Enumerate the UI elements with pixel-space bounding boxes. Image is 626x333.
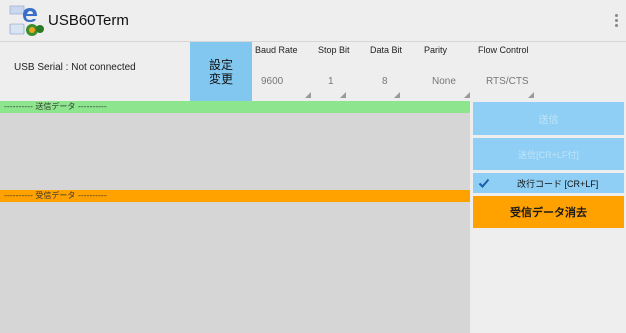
data-bit-label: Data Bit — [370, 45, 403, 55]
clear-received-data-button[interactable]: 受信データ消去 — [473, 196, 624, 228]
data-bit-selector[interactable]: Data Bit 8 — [370, 42, 416, 101]
data-bit-dropdown-icon — [394, 92, 400, 98]
baud-rate-dropdown-icon — [305, 92, 311, 98]
checkbox-checked-icon[interactable] — [478, 177, 490, 189]
change-settings-label-line1: 設定 — [208, 57, 233, 72]
flow-control-selector[interactable]: Flow Control RTS/CTS — [478, 42, 558, 101]
app-title: USB60Term — [48, 12, 129, 29]
receive-data-header: ---------- 受信データ ---------- — [0, 190, 470, 202]
change-settings-button[interactable]: 設定 変更 — [190, 42, 252, 101]
serial-settings-bar: USB Serial : Not connected 設定 変更 Baud Ra… — [0, 42, 626, 101]
newline-code-checkbox-row[interactable]: 改行コード [CR+LF] — [473, 173, 624, 193]
parity-selector[interactable]: Parity None — [424, 42, 474, 101]
stop-bit-value: 1 — [328, 76, 334, 87]
data-bit-value: 8 — [382, 76, 388, 87]
baud-rate-value: 9600 — [261, 76, 284, 87]
newline-code-label: 改行コード [CR+LF] — [517, 179, 599, 189]
baud-rate-selector[interactable]: Baud Rate 9600 — [255, 42, 315, 101]
parity-label: Parity — [424, 45, 448, 55]
connection-status: USB Serial : Not connected — [14, 62, 136, 73]
stop-bit-selector[interactable]: Stop Bit 1 — [318, 42, 366, 101]
receive-data-output[interactable] — [0, 202, 470, 333]
stop-bit-dropdown-icon — [340, 92, 346, 98]
parity-dropdown-icon — [464, 92, 470, 98]
receive-data-header-label: ---------- 受信データ ---------- — [4, 191, 107, 200]
send-data-input[interactable] — [0, 113, 470, 190]
send-data-header-label: ---------- 送信データ ---------- — [4, 102, 107, 111]
send-button[interactable]: 送信 — [473, 102, 624, 135]
stop-bit-label: Stop Bit — [318, 45, 350, 55]
flow-control-dropdown-icon — [528, 92, 534, 98]
action-bar: USB60Term — [0, 0, 626, 42]
baud-rate-label: Baud Rate — [255, 45, 298, 55]
flow-control-value: RTS/CTS — [486, 76, 529, 87]
send-data-header: ---------- 送信データ ---------- — [0, 101, 470, 113]
flow-control-label: Flow Control — [478, 45, 529, 55]
overflow-menu-icon[interactable] — [612, 13, 620, 31]
usb60term-logo-icon — [8, 4, 46, 38]
change-settings-label-line2: 変更 — [208, 71, 233, 86]
parity-value: None — [432, 76, 456, 87]
send-with-crlf-button[interactable]: 送信[CR+LF付] — [473, 138, 624, 170]
